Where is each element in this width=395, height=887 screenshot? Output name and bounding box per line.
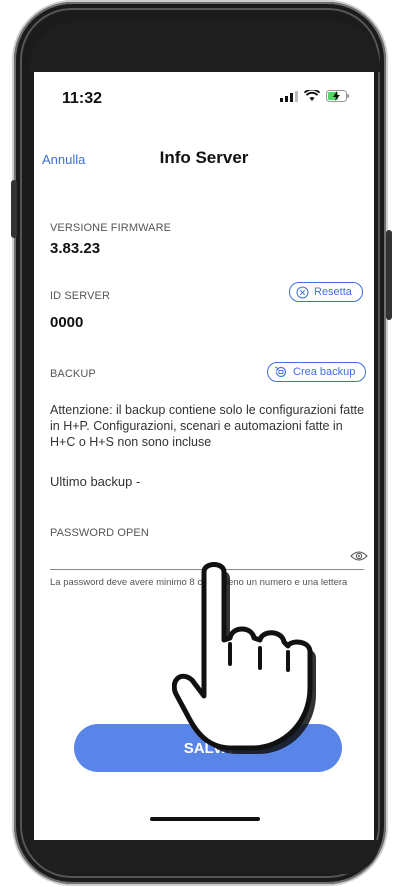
volume-button <box>11 180 17 238</box>
last-backup-text: Ultimo backup - <box>50 474 141 489</box>
status-icons <box>280 90 350 102</box>
page-title: Info Server <box>159 148 249 167</box>
tap-hand-icon <box>172 562 316 754</box>
close-circle-icon <box>296 286 309 298</box>
reset-button-label: Resetta <box>314 286 352 298</box>
home-indicator <box>150 817 260 821</box>
battery-charging-icon <box>326 90 349 102</box>
app-screen: 11:32 Annulla Info Server VERSIONE FIRMW… <box>34 72 374 840</box>
create-backup-button[interactable]: Crea backup <box>267 362 367 382</box>
password-label: PASSWORD OPEN <box>50 527 149 539</box>
signal-icon <box>280 90 298 102</box>
status-time: 11:32 <box>62 90 103 107</box>
server-id-label: ID SERVER <box>50 290 110 302</box>
server-id-value: 0000 <box>50 314 84 331</box>
wifi-icon <box>304 90 320 101</box>
eye-icon[interactable] <box>350 550 368 562</box>
firmware-value: 3.83.23 <box>50 240 101 257</box>
reset-button[interactable]: Resetta <box>289 282 363 302</box>
top-bezel <box>30 22 380 72</box>
backup-label: BACKUP <box>50 368 96 380</box>
backup-notice: Attenzione: il backup contiene solo le c… <box>50 403 365 449</box>
create-backup-label: Crea backup <box>293 366 356 378</box>
bottom-bezel <box>30 840 380 874</box>
power-button <box>386 230 392 320</box>
firmware-label: VERSIONE FIRMWARE <box>50 222 172 234</box>
backup-icon <box>275 366 287 377</box>
